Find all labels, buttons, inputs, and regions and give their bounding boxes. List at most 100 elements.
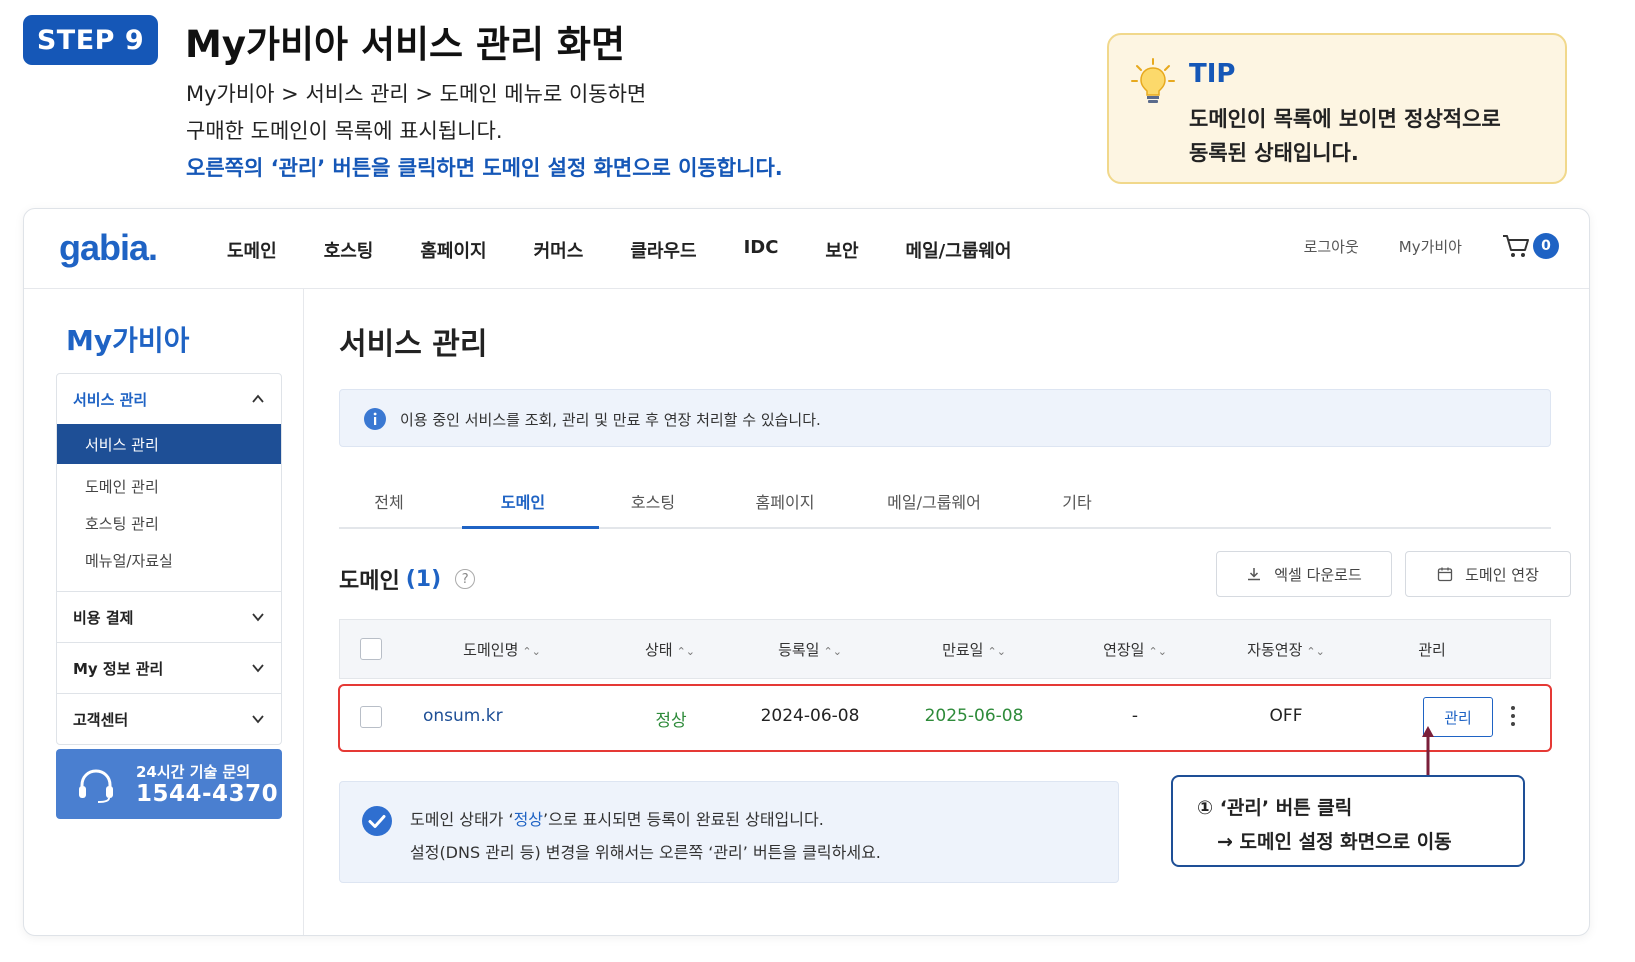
gnb-item-homepage[interactable]: 홈페이지 <box>420 237 486 263</box>
gnb-item-hosting[interactable]: 호스팅 <box>324 237 374 263</box>
support-phone: 1544-4370 <box>136 781 279 807</box>
calendar-icon <box>1437 567 1453 582</box>
info-line-1: 도메인 상태가 ‘정상’으로 표시되면 등록이 완료된 상태입니다. <box>410 806 824 830</box>
section-count: (1) <box>405 566 442 592</box>
sidebar-group-service: 서비스 관리 서비스 관리 도메인 관리 호스팅 관리 메뉴얼/자료실 <box>57 374 281 592</box>
sidebar-group-header-my-info[interactable]: My 정보 관리 <box>57 643 281 693</box>
chevron-down-icon <box>252 613 264 622</box>
sidebar: My가비아 서비스 관리 서비스 관리 도메인 관리 호스팅 관리 메뉴얼/자료… <box>24 289 304 935</box>
check-circle-icon <box>362 806 392 836</box>
auto-renew-value: OFF <box>1269 706 1303 726</box>
sidebar-group-label: 비용 결제 <box>73 608 134 627</box>
sidebar-group-header-billing[interactable]: 비용 결제 <box>57 592 281 642</box>
column-label: 자동연장 <box>1247 641 1303 659</box>
column-header-registered[interactable]: 등록일 ⌃⌄ <box>778 639 842 660</box>
status-value: 정상 <box>655 711 687 731</box>
callout-line-2: → 도메인 설정 화면으로 이동 <box>1217 831 1452 853</box>
sidebar-group-label: 고객센터 <box>73 710 129 729</box>
cart-button[interactable]: 0 <box>1502 233 1559 259</box>
sort-icon: ⌃⌄ <box>1306 645 1325 658</box>
page-heading: My가비아 서비스 관리 화면 <box>185 23 625 66</box>
domain-section-title: 도메인 (1) ? <box>339 563 476 595</box>
column-header-renewed[interactable]: 연장일 ⌃⌄ <box>1103 639 1167 660</box>
sidebar-item-manual[interactable]: 메뉴얼/자료실 <box>57 542 281 579</box>
gnb-item-commerce[interactable]: 커머스 <box>534 237 584 263</box>
tab-domain[interactable]: 도메인 <box>501 489 545 513</box>
tab-mail-groupware[interactable]: 메일/그룹웨어 <box>887 489 981 513</box>
tip-text-line-2: 동록된 상태입니다. <box>1189 141 1359 165</box>
renewed-date: - <box>1131 706 1139 726</box>
sort-icon: ⌃⌄ <box>1148 645 1167 658</box>
column-header-auto-renew[interactable]: 자동연장 ⌃⌄ <box>1247 639 1325 660</box>
cart-count-badge: 0 <box>1533 233 1559 259</box>
service-tabs: 전체 도메인 호스팅 홈페이지 메일/그룹웨어 기타 <box>339 477 1551 529</box>
sidebar-group-my-info: My 정보 관리 <box>57 643 281 694</box>
chevron-down-icon <box>252 715 264 724</box>
support-label: 24시간 기술 문의 <box>136 763 251 781</box>
tab-homepage[interactable]: 홈페이지 <box>756 489 815 513</box>
domain-name-link[interactable]: onsum.kr <box>423 706 503 726</box>
sort-icon: ⌃⌄ <box>676 645 696 658</box>
notice-text: 이용 중인 서비스를 조회, 관리 및 만료 후 연장 처리할 수 있습니다. <box>400 411 821 429</box>
sidebar-item-hosting-manage[interactable]: 호스팅 관리 <box>57 505 281 542</box>
sidebar-group-label: My 정보 관리 <box>73 659 164 678</box>
my-gabia-link[interactable]: My가비아 <box>1399 236 1462 257</box>
sidebar-group-header-service[interactable]: 서비스 관리 <box>57 374 281 424</box>
gnb-utility: 로그아웃 My가비아 0 <box>1264 233 1559 259</box>
tab-etc[interactable]: 기타 <box>1062 489 1091 513</box>
gnb-item-domain[interactable]: 도메인 <box>227 237 277 263</box>
column-label: 만료일 <box>942 641 984 659</box>
column-header-domain[interactable]: 도메인명 ⌃⌄ <box>463 639 541 660</box>
gnb-item-security[interactable]: 보안 <box>825 237 858 263</box>
chevron-up-icon <box>252 394 264 403</box>
main-content: 서비스 관리 이용 중인 서비스를 조회, 관리 및 만료 후 연장 처리할 수… <box>305 289 1589 935</box>
gnb-item-mail-groupware[interactable]: 메일/그룹웨어 <box>906 237 1012 263</box>
more-options-icon[interactable] <box>1508 703 1518 729</box>
sidebar-menu: 서비스 관리 서비스 관리 도메인 관리 호스팅 관리 메뉴얼/자료실 비용 결… <box>56 373 282 745</box>
sidebar-group-billing: 비용 결제 <box>57 592 281 643</box>
global-nav: gabia. 도메인 호스팅 홈페이지 커머스 클라우드 IDC 보안 메일/그… <box>24 209 1589 289</box>
sidebar-group-support: 고객센터 <box>57 694 281 744</box>
domain-renew-button[interactable]: 도메인 연장 <box>1405 551 1571 597</box>
info-line-2: 설정(DNS 관리 등) 변경을 위해서는 오른쪽 ‘관리’ 버튼을 클릭하세요… <box>410 843 881 862</box>
section-title: 도메인 <box>339 569 400 594</box>
excel-download-button[interactable]: 엑셀 다운로드 <box>1216 551 1392 597</box>
domain-renew-label: 도메인 연장 <box>1465 565 1539 584</box>
tip-box: TIP 도메인이 목록에 보이면 정상적으로 동록된 상태입니다. <box>1107 33 1567 184</box>
callout-line-1: ① ‘관리’ 버튼 클릭 <box>1197 797 1353 819</box>
excel-download-label: 엑셀 다운로드 <box>1274 565 1362 584</box>
row-checkbox[interactable] <box>360 706 382 728</box>
tab-all[interactable]: 전체 <box>374 489 403 513</box>
tip-text-line-1: 도메인이 목록에 보이면 정상적으로 <box>1189 107 1501 131</box>
gnb-item-cloud[interactable]: 클라우드 <box>630 237 696 263</box>
info-text: ’으로 표시되면 등록이 완료된 상태입니다. <box>543 810 824 829</box>
lightbulb-icon <box>1131 58 1175 103</box>
sidebar-submenu: 서비스 관리 도메인 관리 호스팅 관리 메뉴얼/자료실 <box>57 424 281 591</box>
pointer-arrow-icon <box>1422 726 1434 775</box>
select-all-checkbox[interactable] <box>360 638 382 660</box>
sort-icon: ⌃⌄ <box>987 645 1006 658</box>
sidebar-item-service-manage[interactable]: 서비스 관리 <box>57 424 281 464</box>
tech-support-banner[interactable]: 24시간 기술 문의 1544-4370 <box>56 749 282 819</box>
expiry-date: 2025-06-08 <box>924 706 1024 726</box>
page-title: 서비스 관리 <box>339 327 488 362</box>
info-text: 도메인 상태가 ‘ <box>410 810 514 829</box>
active-tab-indicator <box>462 526 599 529</box>
column-label: 도메인명 <box>463 641 519 659</box>
logout-link[interactable]: 로그아웃 <box>1304 236 1359 257</box>
column-header-expires[interactable]: 만료일 ⌃⌄ <box>942 639 1006 660</box>
column-header-status[interactable]: 상태 ⌃⌄ <box>645 639 695 660</box>
description-line-1: My가비아 > 서비스 관리 > 도메인 메뉴로 이동하면 <box>186 82 647 106</box>
table-row: onsum.kr 정상 2024-06-08 2025-06-08 - OFF … <box>338 684 1552 752</box>
gnb-item-idc[interactable]: IDC <box>744 237 779 263</box>
info-icon <box>364 408 386 430</box>
help-icon[interactable]: ? <box>455 569 476 589</box>
status-highlight: 정상 <box>513 810 544 829</box>
status-info-box: 도메인 상태가 ‘정상’으로 표시되면 등록이 완료된 상태입니다. 설정(DN… <box>339 781 1119 883</box>
gabia-logo[interactable]: gabia. <box>59 227 158 269</box>
gnb-menu: 도메인 호스팅 홈페이지 커머스 클라우드 IDC 보안 메일/그룹웨어 <box>227 237 1058 263</box>
sidebar-item-domain-manage[interactable]: 도메인 관리 <box>57 468 281 505</box>
description-line-3: 오른쪽의 ‘관리’ 버튼을 클릭하면 도메인 설정 화면으로 이동합니다. <box>186 156 783 180</box>
tab-hosting[interactable]: 호스팅 <box>631 489 675 513</box>
sidebar-group-header-support[interactable]: 고객센터 <box>57 694 281 744</box>
